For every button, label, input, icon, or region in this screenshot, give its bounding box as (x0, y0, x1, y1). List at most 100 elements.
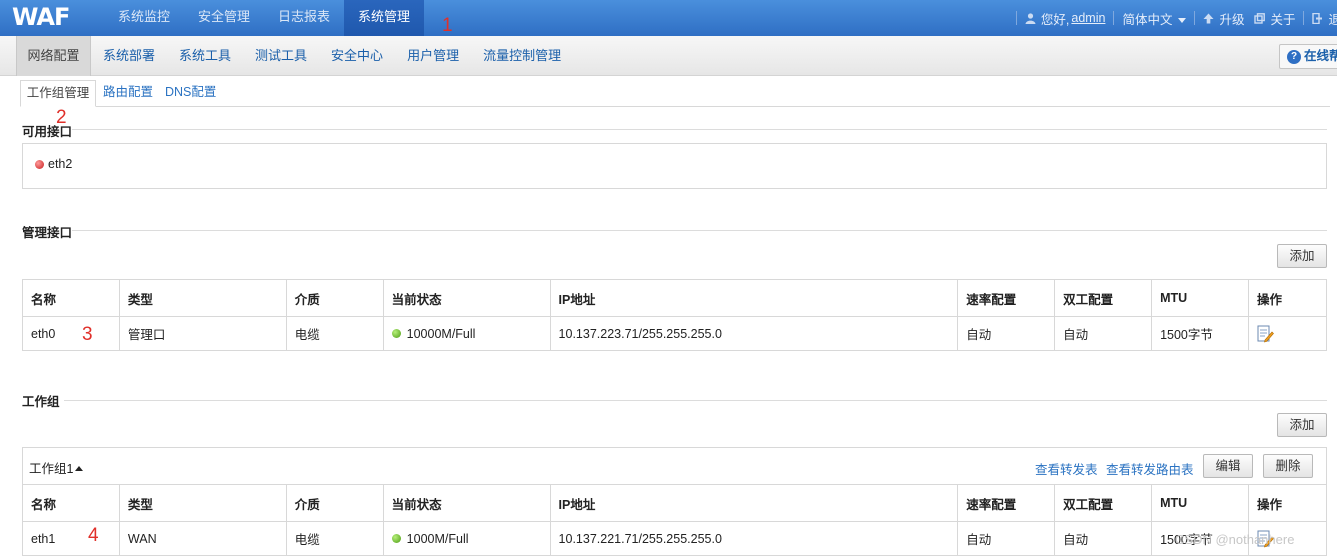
submenu-user-management[interactable]: 用户管理 (395, 36, 471, 76)
tab-dns-config[interactable]: DNS配置 (165, 80, 216, 107)
cell-ip: 10.137.221.71/255.255.255.0 (549, 521, 959, 556)
submenu-traffic-control[interactable]: 流量控制管理 (471, 36, 573, 76)
column-header: 介质 (285, 484, 384, 522)
sub-menu: 网络配置 系统部署 系统工具 测试工具 安全中心 用户管理 流量控制管理 (16, 36, 573, 76)
column-header: MTU (1151, 484, 1249, 522)
status-text: 1000M/Full (406, 531, 469, 546)
cell-actions (1247, 316, 1328, 351)
divider (72, 129, 1327, 130)
online-help-button[interactable]: ? 在线帮 (1279, 44, 1337, 69)
annotation-number: 1 (442, 15, 453, 36)
cell-status: 1000M/Full (382, 521, 551, 556)
annotation-number: 2 (56, 107, 67, 128)
status-up-icon (391, 533, 401, 543)
cell-name: eth0 (22, 316, 120, 351)
upgrade-arrow-icon (1203, 13, 1214, 23)
column-header: 双工配置 (1054, 484, 1153, 522)
available-interfaces-box: eth2 (22, 143, 1327, 189)
top-navigation-bar: WAF 系统监控 安全管理 日志报表 系统管理 您好, admin 简体中文 升… (0, 0, 1337, 36)
interface-item[interactable]: eth2 (35, 157, 72, 171)
column-header: 当前状态 (382, 484, 551, 522)
submenu-system-deployment[interactable]: 系统部署 (91, 36, 167, 76)
column-header: IP地址 (549, 484, 959, 522)
workgroup-name: 工作组1 (29, 462, 74, 476)
interface-name: eth2 (48, 157, 73, 171)
cell-medium: 电缆 (285, 316, 384, 351)
menu-system-management[interactable]: 系统管理 (344, 0, 425, 36)
column-header: 双工配置 (1054, 279, 1153, 317)
add-management-interface-button[interactable]: 添加 (1277, 244, 1327, 268)
cell-rate: 自动 (957, 316, 1056, 351)
collapse-arrow-icon (75, 466, 84, 471)
main-menu: 系统监控 安全管理 日志报表 系统管理 (104, 0, 425, 36)
annotation-number: 3 (82, 324, 93, 345)
greeting-text: 您好, (1040, 12, 1070, 27)
cell-type: 管理口 (118, 316, 287, 351)
config-tabs: 工作组管理 路由配置 DNS配置 (20, 76, 1330, 107)
watermark: CSDN @nothanhere (1175, 532, 1295, 547)
language-label: 简体中文 (1122, 12, 1173, 27)
status-down-icon (35, 160, 44, 169)
column-header: IP地址 (549, 279, 959, 317)
divider (64, 400, 1327, 401)
management-interface-title: 管理接口 (22, 226, 73, 240)
divider (1015, 11, 1017, 25)
cell-status: 10000M/Full (382, 316, 551, 351)
divider (1303, 11, 1305, 25)
about-link[interactable]: 关于 (1270, 9, 1295, 28)
cell-medium: 电缆 (285, 521, 384, 556)
user-icon (1025, 12, 1036, 24)
table-row: eth0 管理口 电缆 10000M/Full 10.137.223.71/25… (22, 316, 1328, 351)
divider (1194, 11, 1196, 25)
workgroup-toggle[interactable]: 工作组1 (29, 458, 84, 477)
divider (1113, 11, 1115, 25)
delete-workgroup-button[interactable]: 删除 (1263, 454, 1313, 478)
column-header: 操作 (1247, 279, 1328, 317)
annotation-number: 4 (88, 525, 99, 546)
edit-icon[interactable] (1257, 325, 1274, 343)
submenu-test-tools[interactable]: 测试工具 (243, 36, 319, 76)
workgroup-header: 工作组1 查看转发表 查看转发路由表 编辑 删除 (22, 447, 1327, 484)
logout-link[interactable]: 退 (1328, 9, 1337, 28)
column-header: 名称 (22, 484, 120, 522)
view-forwarding-table-link[interactable]: 查看转发表 (1035, 459, 1098, 478)
column-header: 类型 (118, 279, 287, 317)
view-forwarding-route-table-link[interactable]: 查看转发路由表 (1106, 459, 1194, 478)
edit-workgroup-button[interactable]: 编辑 (1203, 454, 1253, 478)
column-header: 介质 (285, 279, 384, 317)
submenu-security-center[interactable]: 安全中心 (319, 36, 395, 76)
submenu-system-tools[interactable]: 系统工具 (167, 36, 243, 76)
menu-system-monitor[interactable]: 系统监控 (104, 0, 184, 36)
cell-ip: 10.137.223.71/255.255.255.0 (549, 316, 959, 351)
cell-type: WAN (118, 521, 287, 556)
tab-route-config[interactable]: 路由配置 (103, 80, 153, 107)
management-interface-table: 名称 类型 介质 当前状态 IP地址 速率配置 双工配置 MTU 操作 eth0… (22, 279, 1328, 351)
table-header-row: 名称 类型 介质 当前状态 IP地址 速率配置 双工配置 MTU 操作 (22, 279, 1328, 317)
column-header: 速率配置 (957, 484, 1056, 522)
menu-security-management[interactable]: 安全管理 (184, 0, 264, 36)
workgroup-interface-table: 名称 类型 介质 当前状态 IP地址 速率配置 双工配置 MTU 操作 eth1… (22, 484, 1328, 556)
menu-log-reports[interactable]: 日志报表 (264, 0, 344, 36)
cell-duplex: 自动 (1054, 521, 1153, 556)
tab-workgroup-management[interactable]: 工作组管理 (20, 80, 96, 107)
column-header: 速率配置 (957, 279, 1056, 317)
upgrade-link[interactable]: 升级 (1219, 9, 1244, 28)
status-up-icon (391, 328, 401, 338)
logout-icon (1312, 12, 1323, 24)
table-header-row: 名称 类型 介质 当前状态 IP地址 速率配置 双工配置 MTU 操作 (22, 484, 1328, 522)
username-link[interactable]: admin (1071, 11, 1105, 25)
online-help-label: 在线帮 (1304, 49, 1337, 63)
chevron-down-icon (1178, 17, 1187, 23)
column-header: 名称 (22, 279, 120, 317)
column-header: 类型 (118, 484, 287, 522)
status-text: 10000M/Full (406, 326, 476, 341)
cell-rate: 自动 (957, 521, 1056, 556)
submenu-network-config[interactable]: 网络配置 (16, 36, 91, 76)
app-logo: WAF (12, 3, 70, 31)
cell-mtu: 1500字节 (1151, 316, 1249, 351)
about-window-icon (1254, 12, 1266, 24)
language-selector[interactable]: 简体中文 (1122, 9, 1187, 28)
add-workgroup-button[interactable]: 添加 (1277, 413, 1327, 437)
cell-duplex: 自动 (1054, 316, 1153, 351)
column-header: 当前状态 (382, 279, 551, 317)
